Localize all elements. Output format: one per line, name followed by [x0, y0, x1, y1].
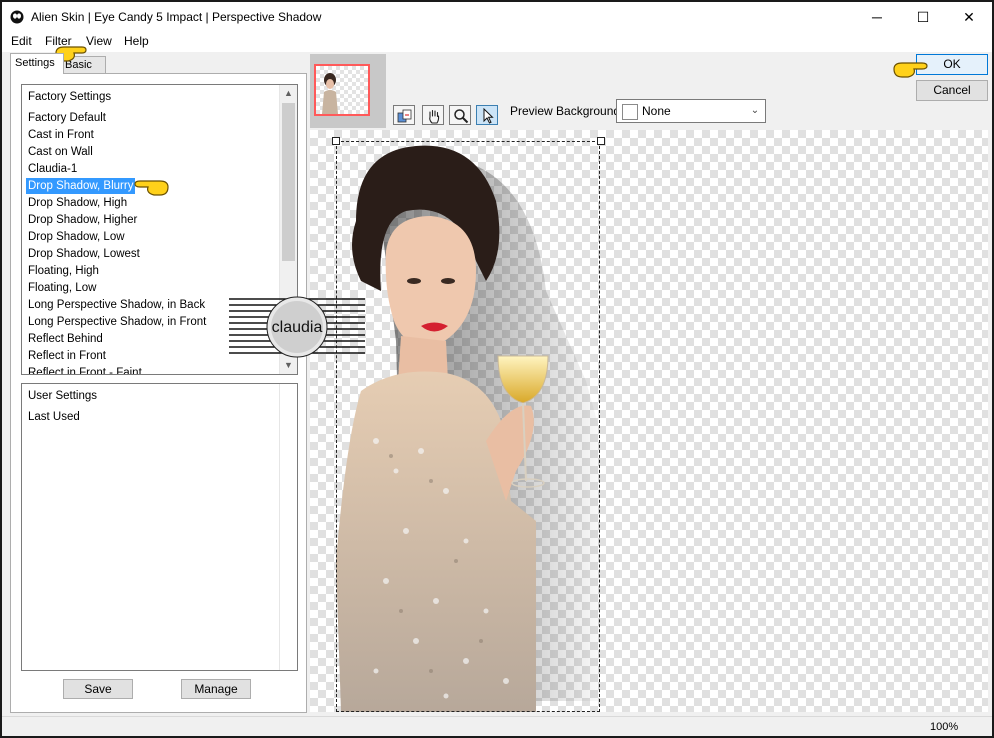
hand-tool-button[interactable]	[422, 105, 444, 125]
maximize-icon: ☐	[916, 9, 930, 25]
status-bar: 100%	[2, 716, 992, 736]
maximize-button[interactable]: ☐	[900, 2, 946, 32]
tab-settings[interactable]: Settings	[10, 53, 64, 74]
menu-bar: Edit Filter View Help	[2, 32, 992, 52]
factory-setting-item[interactable]: Floating, Low	[26, 280, 98, 296]
title-bar: Alien Skin | Eye Candy 5 Impact | Perspe…	[2, 2, 992, 32]
chevron-down-icon: ⌄	[750, 105, 760, 116]
factory-setting-item[interactable]: Cast in Front	[26, 127, 96, 143]
hand-pan-icon	[429, 109, 440, 124]
selection-handle[interactable]	[597, 137, 605, 145]
pointing-hand-icon	[893, 62, 928, 78]
alien-skin-app-icon	[10, 10, 24, 24]
menu-view[interactable]: View	[86, 34, 112, 48]
user-setting-last-used[interactable]: Last Used	[26, 409, 82, 425]
close-button[interactable]: ✕	[946, 2, 992, 32]
scroll-up-icon[interactable]: ▲	[280, 85, 297, 102]
factory-setting-item[interactable]: Long Perspective Shadow, in Back	[26, 297, 207, 313]
factory-setting-item[interactable]: Factory Default	[26, 110, 108, 126]
claudia-watermark: claudia	[229, 296, 365, 358]
preview-toggle-icon	[397, 109, 412, 123]
plugin-window: Alien Skin | Eye Candy 5 Impact | Perspe…	[0, 0, 994, 738]
pointing-hand-icon	[134, 180, 169, 196]
preview-canvas[interactable]	[310, 130, 988, 712]
scroll-down-icon[interactable]: ▼	[280, 357, 297, 374]
background-swatch-icon	[622, 104, 638, 120]
select-tool-button[interactable]	[476, 105, 498, 125]
navigator-thumbnail[interactable]	[314, 64, 370, 116]
factory-setting-item[interactable]: Drop Shadow, Blurry	[26, 178, 136, 194]
zoom-level: 100%	[930, 721, 959, 733]
factory-setting-item[interactable]: Reflect Behind	[26, 331, 105, 347]
zoom-tool-button[interactable]	[449, 105, 471, 125]
preview-toggle-button[interactable]	[393, 105, 415, 125]
selection-handle[interactable]	[332, 137, 340, 145]
factory-setting-item[interactable]: Long Perspective Shadow, in Front	[26, 314, 208, 330]
save-button[interactable]: Save	[63, 679, 133, 699]
factory-setting-item[interactable]: Drop Shadow, High	[26, 195, 129, 211]
preview-background-select[interactable]: None ⌄	[616, 99, 766, 123]
preview-background-label: Preview Background:	[510, 104, 624, 118]
factory-setting-item[interactable]: Drop Shadow, Lowest	[26, 246, 142, 262]
scroll-thumb[interactable]	[282, 103, 295, 261]
user-list-scrollbar	[279, 384, 297, 670]
close-icon: ✕	[963, 9, 975, 25]
thumbnail-figure	[322, 73, 338, 114]
factory-settings-header: Factory Settings	[28, 91, 112, 103]
factory-setting-item[interactable]: Floating, High	[26, 263, 101, 279]
menu-help[interactable]: Help	[124, 34, 149, 48]
selection-bounds	[336, 141, 600, 712]
factory-setting-item[interactable]: Cast on Wall	[26, 144, 95, 160]
user-settings-header: User Settings	[28, 390, 98, 402]
minimize-icon: ─	[872, 9, 882, 25]
user-settings-list[interactable]: User Settings Last Used	[21, 383, 298, 671]
menu-edit[interactable]: Edit	[11, 34, 32, 48]
zoom-magnifier-icon	[454, 109, 469, 124]
settings-panel: Factory Settings Factory Default Cast in …	[10, 73, 307, 713]
watermark-text: claudia	[272, 319, 323, 336]
minimize-button[interactable]: ─	[854, 2, 900, 32]
factory-setting-item[interactable]: Claudia-1	[26, 161, 79, 177]
navigator-strip	[310, 54, 386, 128]
factory-setting-item[interactable]: Drop Shadow, Low	[26, 229, 127, 245]
select-arrow-icon	[483, 108, 494, 124]
cancel-button[interactable]: Cancel	[916, 80, 988, 101]
factory-setting-item[interactable]: Drop Shadow, Higher	[26, 212, 139, 228]
factory-setting-item[interactable]: Reflect in Front	[26, 348, 108, 364]
window-title: Alien Skin | Eye Candy 5 Impact | Perspe…	[31, 10, 322, 24]
manage-button[interactable]: Manage	[181, 679, 251, 699]
preview-background-value: None	[642, 104, 671, 118]
factory-setting-item[interactable]: Reflect in Front - Faint	[26, 365, 144, 374]
